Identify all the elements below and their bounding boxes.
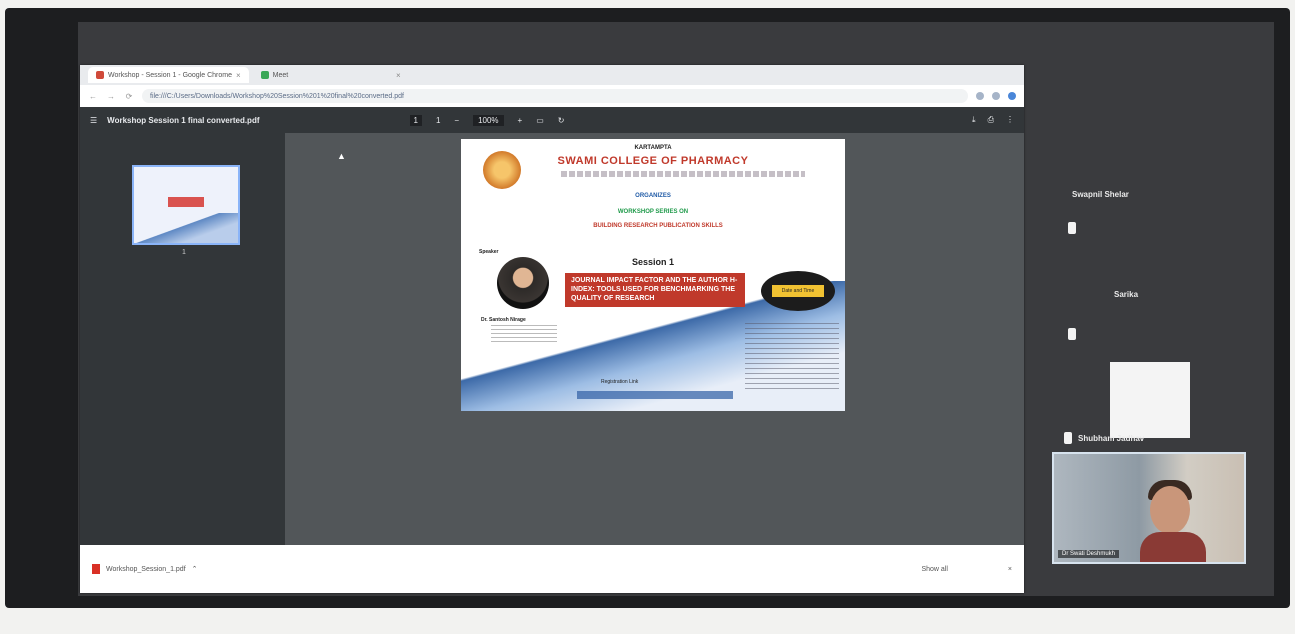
organizes-label: ORGANIZES [635, 193, 671, 199]
extension-icon[interactable] [992, 92, 1000, 100]
reload-icon[interactable]: ⟳ [124, 92, 134, 101]
pdf-body: 1 ▲ KARTAMPTA SWAMI COLLEGE OF PHARMACY … [80, 133, 1024, 545]
registration-link [577, 391, 733, 399]
workshop-label: WORKSHOP SERIES ON [617, 209, 689, 215]
bookmark-icon[interactable] [976, 92, 984, 100]
close-icon[interactable]: × [1008, 566, 1012, 573]
tab-label: Workshop - Session 1 - Google Chrome [108, 71, 232, 79]
page-total: 1 [435, 115, 441, 125]
profile-avatar-icon[interactable] [1008, 92, 1016, 100]
address-bar[interactable]: file:///C:/Users/Downloads/Workshop%20Se… [142, 89, 968, 103]
download-filename: Workshop_Session_1.pdf [106, 565, 186, 573]
close-tab-icon[interactable]: × [396, 71, 401, 80]
badge-text: Date and Time [772, 285, 824, 297]
download-icon[interactable]: ⤓ [972, 115, 976, 125]
toolbar: ← → ⟳ file:///C:/Users/Downloads/Worksho… [80, 85, 1024, 107]
zoom-in-icon[interactable]: + [518, 116, 523, 125]
video-person-shirt [1140, 532, 1206, 562]
participant-name: Swapnil Shelar [1072, 190, 1129, 199]
college-trust: KARTAMPTA [634, 145, 672, 151]
thumbnail-wave [134, 213, 238, 243]
page-thumbnail[interactable] [132, 165, 240, 245]
pdf-page: KARTAMPTA SWAMI COLLEGE OF PHARMACY ORGA… [461, 139, 845, 411]
tab-label: Meet [272, 71, 289, 79]
forward-icon[interactable]: → [106, 92, 116, 101]
download-item[interactable]: Workshop_Session_1.pdf ⌃ [92, 564, 198, 574]
pdf-filename: Workshop Session 1 final converted.pdf [107, 115, 260, 125]
session-topic: JOURNAL IMPACT FACTOR AND THE AUTHOR H-I… [565, 273, 745, 308]
tab-bar: Workshop - Session 1 - Google Chrome × M… [80, 65, 1024, 85]
tab-meet[interactable]: Meet × [253, 67, 409, 83]
participant-panel: Swapnil Shelar Sarika Shubham Jadhav Dr … [1044, 130, 1256, 590]
registration-label: Registration Link [601, 379, 639, 385]
page-number-input[interactable]: 1 [409, 114, 422, 126]
thumbnail-sidebar: 1 [80, 133, 285, 545]
pdf-favicon-icon [96, 71, 104, 79]
video-name-label: Dr Swati Deshmukh [1058, 550, 1120, 558]
college-name: SWAMI COLLEGE OF PHARMACY [557, 155, 749, 167]
speaker-label: Speaker [479, 249, 499, 255]
pdf-viewer[interactable]: ▲ KARTAMPTA SWAMI COLLEGE OF PHARMACY OR… [285, 133, 1024, 545]
show-all-link[interactable]: Show all [921, 566, 947, 573]
pdf-controls: 1 1 − 100% + ▭ ↻ [409, 114, 565, 126]
download-bar-actions: Show all × [921, 566, 1012, 573]
rotate-icon[interactable]: ↻ [558, 116, 565, 125]
college-address [561, 171, 805, 177]
download-bar: Workshop_Session_1.pdf ⌃ Show all × [80, 545, 1024, 593]
participant-name: Shubham Jadhav [1078, 434, 1145, 443]
pdf-file-icon [92, 564, 100, 574]
organizing-committee [745, 323, 839, 393]
mic-off-icon [1068, 328, 1076, 340]
session-title: Session 1 [631, 257, 675, 267]
meet-favicon-icon [260, 71, 269, 79]
more-options-icon[interactable]: ⋮ [1006, 115, 1014, 125]
speaker-name: Dr. Santosh Nirage [481, 317, 526, 323]
date-time-badge: Date and Time [761, 271, 835, 311]
zoom-out-icon[interactable]: − [454, 116, 459, 125]
pdf-actions: ⤓ ⎙ ⋮ [972, 115, 1014, 125]
self-video-tile[interactable]: Dr Swati Deshmukh [1052, 452, 1246, 564]
address-text: file:///C:/Users/Downloads/Workshop%20Se… [150, 92, 404, 100]
mouse-cursor-icon: ▲ [337, 151, 346, 161]
video-person-face [1150, 486, 1190, 534]
mic-off-icon [1064, 432, 1072, 444]
menu-icon[interactable]: ☰ [90, 116, 97, 125]
participant-tile[interactable] [1110, 362, 1190, 438]
browser-window: Workshop - Session 1 - Google Chrome × M… [80, 65, 1024, 593]
chevron-up-icon[interactable]: ⌃ [192, 565, 198, 573]
fit-page-icon[interactable]: ▭ [536, 116, 544, 125]
workshop-title: BUILDING RESEARCH PUBLICATION SKILLS [593, 223, 723, 229]
tab-pdf[interactable]: Workshop - Session 1 - Google Chrome × [88, 67, 249, 83]
back-icon[interactable]: ← [88, 92, 98, 101]
thumbnail-banner [168, 197, 204, 207]
pdf-toolbar: ☰ Workshop Session 1 final converted.pdf… [80, 107, 1024, 133]
close-tab-icon[interactable]: × [236, 71, 241, 80]
speaker-details [491, 325, 557, 343]
print-icon[interactable]: ⎙ [988, 115, 994, 125]
participant-name: Sarika [1114, 290, 1139, 299]
mic-off-icon [1068, 222, 1076, 234]
thumbnail-page-number: 1 [182, 249, 186, 256]
zoom-input[interactable]: 100% [473, 114, 504, 126]
